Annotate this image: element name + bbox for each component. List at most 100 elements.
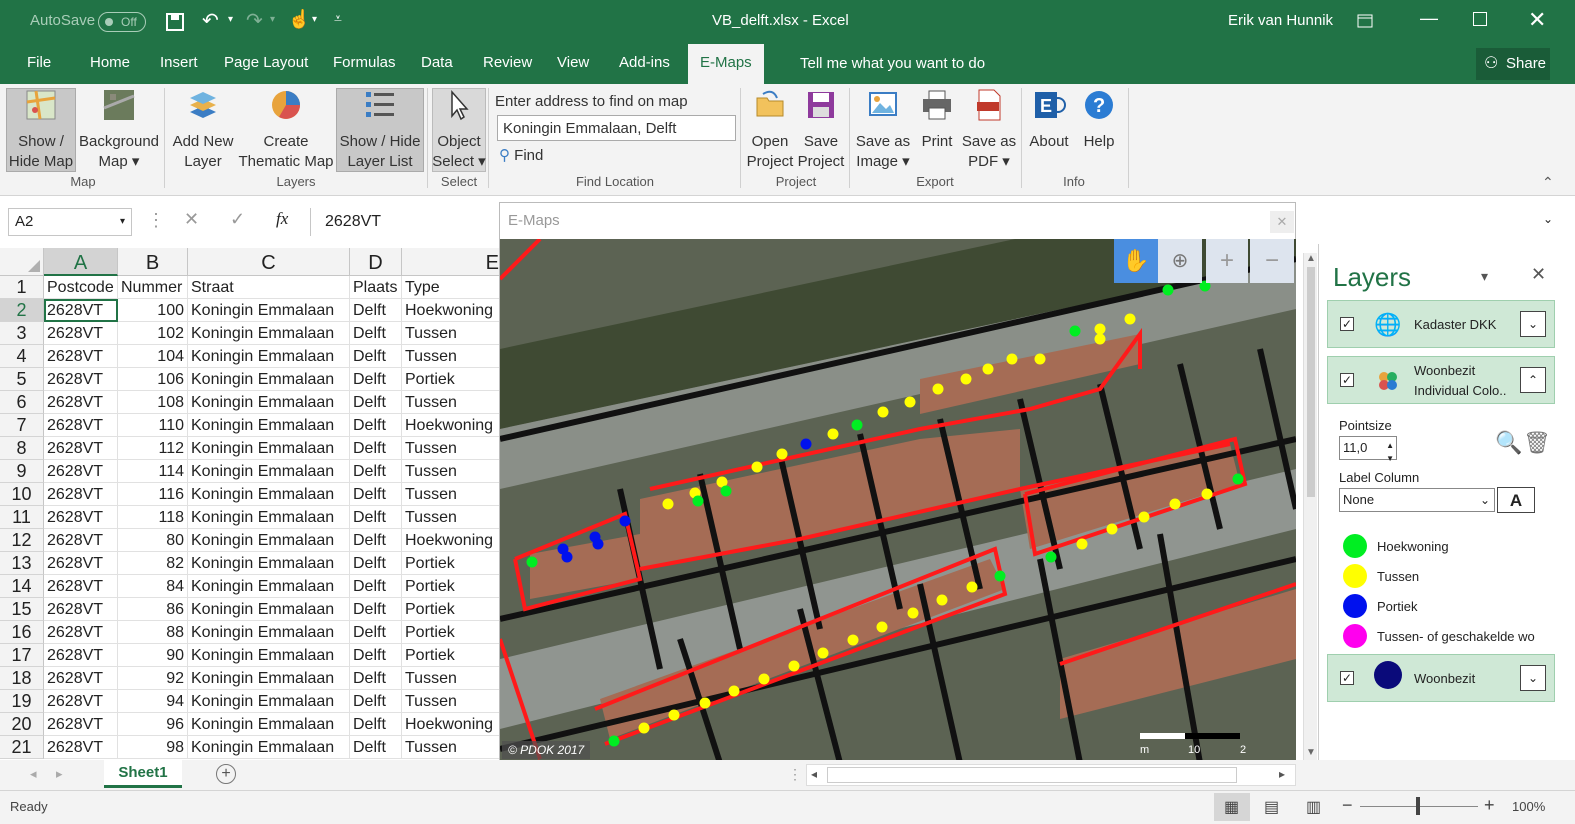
share-button[interactable]: ⚇ Share bbox=[1476, 48, 1550, 80]
house-point[interactable] bbox=[847, 634, 859, 646]
table-cell[interactable]: 2628VT bbox=[44, 506, 118, 529]
house-point[interactable] bbox=[526, 556, 538, 568]
table-cell[interactable]: Delft bbox=[350, 322, 402, 345]
undo-icon[interactable]: ↶ bbox=[202, 8, 219, 33]
expand-layer-icon[interactable]: ⌄ bbox=[1520, 311, 1546, 337]
table-cell[interactable]: Koningin Emmalaan bbox=[188, 552, 350, 575]
column-header-b[interactable]: B bbox=[118, 248, 188, 276]
table-cell[interactable]: Hoekwoning bbox=[402, 529, 502, 552]
row-header[interactable]: 17 bbox=[0, 644, 44, 667]
table-cell[interactable]: Tussen bbox=[402, 690, 502, 713]
table-cell[interactable]: Koningin Emmalaan bbox=[188, 713, 350, 736]
column-header-e[interactable]: E bbox=[402, 248, 502, 276]
table-cell[interactable]: 84 bbox=[118, 575, 188, 598]
house-point[interactable] bbox=[1138, 511, 1150, 523]
table-cell[interactable]: 2628VT bbox=[44, 460, 118, 483]
house-point[interactable] bbox=[1232, 473, 1244, 485]
table-cell[interactable]: 92 bbox=[118, 667, 188, 690]
table-cell[interactable]: 100 bbox=[118, 299, 188, 322]
close-icon[interactable]: ✕ bbox=[1528, 7, 1546, 33]
table-cell[interactable]: 106 bbox=[118, 368, 188, 391]
expand-formula-icon[interactable]: ⌄ bbox=[1543, 212, 1553, 226]
table-cell[interactable]: Portiek bbox=[402, 598, 502, 621]
table-cell[interactable]: Delft bbox=[350, 667, 402, 690]
table-cell[interactable]: Portiek bbox=[402, 368, 502, 391]
prev-sheet-icon[interactable]: ◂ bbox=[30, 766, 37, 782]
table-cell[interactable]: Tussen bbox=[402, 437, 502, 460]
house-point[interactable] bbox=[1124, 313, 1136, 325]
table-cell[interactable]: Koningin Emmalaan bbox=[188, 621, 350, 644]
find-button[interactable]: ⚲ Find bbox=[499, 146, 543, 164]
next-sheet-icon[interactable]: ▸ bbox=[56, 766, 63, 782]
house-point[interactable] bbox=[817, 647, 829, 659]
table-cell[interactable]: 102 bbox=[118, 322, 188, 345]
trash-icon[interactable]: 🗑 bbox=[1523, 430, 1551, 456]
table-cell[interactable]: Tussen bbox=[402, 736, 502, 759]
page-layout-view-icon[interactable]: ▤ bbox=[1264, 797, 1279, 817]
zoom-to-layer-icon[interactable]: 🔍 bbox=[1495, 430, 1522, 456]
zoom-slider-thumb[interactable] bbox=[1416, 797, 1420, 815]
table-cell[interactable]: Delft bbox=[350, 391, 402, 414]
house-point[interactable] bbox=[994, 570, 1006, 582]
table-cell[interactable]: 2628VT bbox=[44, 621, 118, 644]
house-point[interactable] bbox=[751, 461, 763, 473]
tab-home[interactable]: Home bbox=[90, 54, 130, 71]
table-cell[interactable]: Hoekwoning bbox=[402, 713, 502, 736]
table-cell[interactable]: Koningin Emmalaan bbox=[188, 460, 350, 483]
house-point[interactable] bbox=[1045, 551, 1057, 563]
row-header[interactable]: 15 bbox=[0, 598, 44, 621]
table-cell[interactable]: 112 bbox=[118, 437, 188, 460]
house-point[interactable] bbox=[619, 515, 631, 527]
touch-dropdown-icon[interactable]: ▾ bbox=[312, 14, 317, 25]
map-close-icon[interactable]: ✕ bbox=[1270, 211, 1294, 233]
layer-checkbox[interactable]: ✓ bbox=[1340, 671, 1354, 685]
table-cell[interactable]: Delft bbox=[350, 713, 402, 736]
collapse-ribbon-icon[interactable]: ⌃ bbox=[1542, 174, 1554, 191]
map-vertical-scrollbar[interactable]: ▲ ▼ bbox=[1303, 253, 1317, 761]
zoom-in-status-icon[interactable]: + bbox=[1484, 795, 1495, 816]
row-header[interactable]: 6 bbox=[0, 391, 44, 414]
column-header-a[interactable]: A bbox=[44, 248, 118, 276]
house-point[interactable] bbox=[851, 419, 863, 431]
table-cell[interactable]: 2628VT bbox=[44, 437, 118, 460]
row-header[interactable]: 9 bbox=[0, 460, 44, 483]
table-cell[interactable]: 2628VT bbox=[44, 736, 118, 759]
table-cell[interactable]: Tussen bbox=[402, 667, 502, 690]
table-cell[interactable]: Nummer bbox=[118, 276, 188, 299]
row-header[interactable]: 8 bbox=[0, 437, 44, 460]
table-cell[interactable]: 2628VT bbox=[44, 322, 118, 345]
table-cell[interactable]: 2628VT bbox=[44, 644, 118, 667]
pointsize-stepper[interactable]: 11,0 ▲ ▼ bbox=[1339, 436, 1397, 463]
table-cell[interactable]: Portiek bbox=[402, 621, 502, 644]
background-map-button[interactable]: Background Map ▾ bbox=[78, 88, 160, 172]
table-cell[interactable]: 94 bbox=[118, 690, 188, 713]
table-cell[interactable]: 98 bbox=[118, 736, 188, 759]
table-cell[interactable]: Portiek bbox=[402, 644, 502, 667]
row-header[interactable]: 12 bbox=[0, 529, 44, 552]
map-canvas[interactable]: m 10 2 bbox=[500, 239, 1296, 763]
table-cell[interactable]: Plaats bbox=[350, 276, 402, 299]
layer-row-kadaster[interactable]: ✓ 🌐 Kadaster DKK ⌄ bbox=[1327, 300, 1555, 348]
save-as-image-button[interactable]: Save as Image ▾ bbox=[854, 88, 912, 172]
house-point[interactable] bbox=[936, 594, 948, 606]
sheet-tab-sheet1[interactable]: Sheet1 bbox=[104, 760, 182, 788]
save-project-button[interactable]: Save Project bbox=[796, 88, 846, 172]
table-cell[interactable]: Delft bbox=[350, 460, 402, 483]
table-cell[interactable]: 2628VT bbox=[44, 713, 118, 736]
create-thematic-map-button[interactable]: Create Thematic Map bbox=[238, 88, 334, 172]
table-cell[interactable]: Koningin Emmalaan bbox=[188, 483, 350, 506]
table-cell[interactable]: 2628VT bbox=[44, 299, 118, 322]
row-header[interactable]: 20 bbox=[0, 713, 44, 736]
house-point[interactable] bbox=[668, 709, 680, 721]
panel-options-icon[interactable]: ▾ bbox=[1481, 268, 1488, 285]
row-header[interactable]: 19 bbox=[0, 690, 44, 713]
house-point[interactable] bbox=[662, 498, 674, 510]
autosave-toggle[interactable]: Off bbox=[98, 12, 146, 32]
table-cell[interactable]: Koningin Emmalaan bbox=[188, 345, 350, 368]
about-button[interactable]: E About bbox=[1024, 88, 1074, 152]
table-cell[interactable]: Koningin Emmalaan bbox=[188, 690, 350, 713]
tab-e-maps[interactable]: E-Maps bbox=[688, 44, 764, 84]
table-cell[interactable]: 2628VT bbox=[44, 345, 118, 368]
layer-row-woonbezit-individual[interactable]: ✓ Woonbezit Individual Colo.. ⌃ bbox=[1327, 356, 1555, 404]
redo-icon[interactable]: ↷ bbox=[246, 8, 263, 33]
